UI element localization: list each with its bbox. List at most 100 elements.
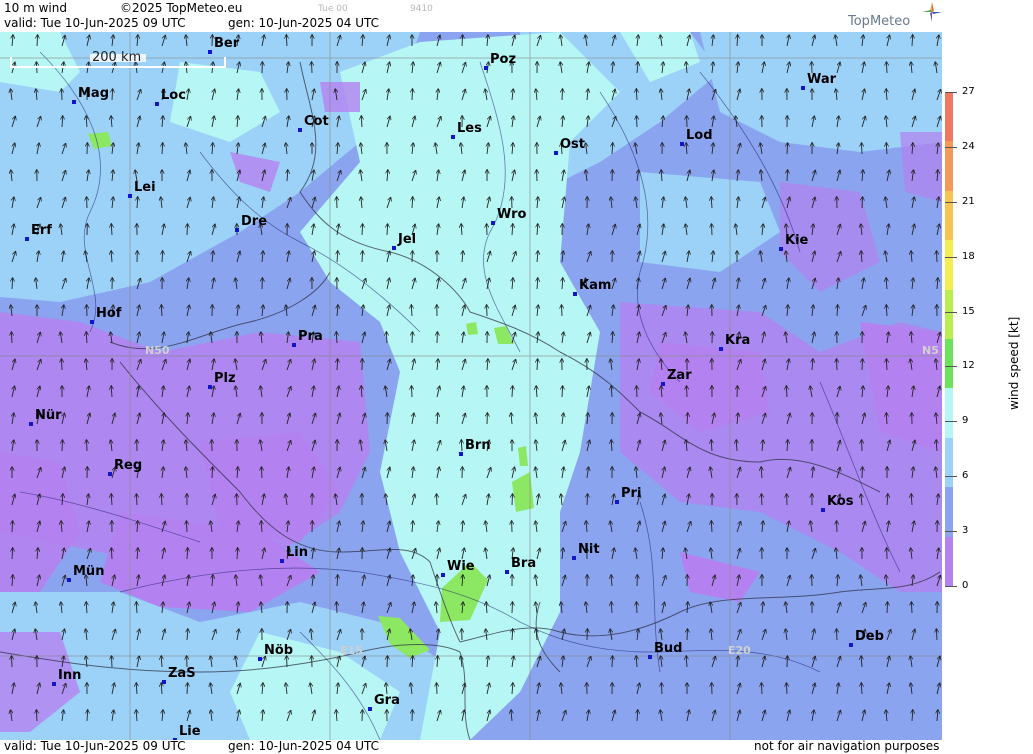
legend-color-segment	[945, 190, 953, 241]
wind-arrow	[362, 224, 363, 236]
legend-tick-mark	[945, 531, 957, 533]
wind-arrow	[562, 305, 563, 317]
city-marker	[441, 573, 445, 577]
city-marker	[572, 556, 576, 560]
scale-bar: 200 km	[10, 50, 226, 68]
city-label: Inn	[58, 668, 82, 683]
city-label: Kam	[579, 278, 612, 293]
legend-tick-label: 6	[962, 470, 969, 482]
city-marker	[661, 382, 665, 386]
city-marker	[298, 128, 302, 132]
legend-color-bar	[945, 92, 953, 586]
wind-arrow	[787, 170, 788, 182]
city-label: Bud	[654, 641, 683, 656]
wind-arrow	[412, 386, 413, 398]
city-marker	[258, 657, 262, 661]
wind-arrow	[112, 89, 113, 101]
city-marker	[849, 643, 853, 647]
city-label: Deb	[855, 629, 884, 644]
legend-tick-mark	[945, 201, 957, 203]
legend-tick-mark	[945, 92, 957, 93]
wind-field-svg	[0, 32, 942, 740]
product-title: 10 m wind	[4, 1, 67, 15]
grid-label-e20: E20	[728, 644, 751, 657]
wind-arrow	[512, 602, 513, 614]
city-marker	[235, 228, 239, 232]
wind-arrow	[387, 656, 388, 668]
wind-arrow	[462, 35, 463, 47]
city-marker	[648, 655, 652, 659]
wind-arrow	[187, 224, 188, 236]
header-bar: 10 m wind ©2025 TopMeteo.eu Tue 00 9410 …	[0, 0, 945, 32]
wind-arrow	[187, 683, 188, 695]
city-label: Kos	[827, 494, 854, 509]
wind-arrow	[636, 602, 637, 614]
legend-color-segment	[945, 487, 953, 537]
city-marker	[208, 385, 212, 389]
city-label: Pri	[621, 486, 642, 501]
city-marker	[208, 50, 212, 54]
wind-arrow	[437, 494, 438, 506]
wind-arrow	[337, 602, 338, 614]
scale-label: 200 km	[92, 50, 142, 65]
legend-color-segment	[945, 437, 953, 488]
disclaimer-text: not for air navigation purposes	[754, 739, 940, 753]
city-label: Mün	[73, 564, 105, 579]
city-label: Cot	[304, 114, 329, 129]
legend-tick-mark	[945, 586, 957, 587]
city-marker	[491, 221, 495, 225]
wind-arrow	[862, 197, 863, 209]
city-label: Wro	[497, 207, 527, 222]
city-marker	[368, 707, 372, 711]
legend-tick-label: 18	[962, 250, 975, 262]
city-label: Wie	[447, 559, 475, 574]
legend-color-segment	[945, 339, 953, 389]
wind-arrow	[12, 521, 13, 533]
wind-map[interactable]: 200 km N50 N5 E15 E20 Ber Poz War Mag Loc Cot…	[0, 32, 942, 740]
wind-arrow	[437, 683, 438, 695]
wind-arrow	[761, 494, 762, 506]
city-label: Brn	[465, 438, 491, 453]
compass-star-icon	[922, 2, 942, 22]
city-label: Pra	[298, 329, 323, 344]
footer-gen-text: gen: 10-Jun-2025 04 UTC	[228, 739, 380, 753]
wind-arrow	[112, 656, 113, 668]
wind-arrow	[186, 521, 187, 533]
wind-arrow	[12, 278, 13, 290]
city-marker	[801, 86, 805, 90]
city-marker	[719, 347, 723, 351]
city-label: Kra	[725, 333, 751, 348]
city-label: Jel	[398, 232, 417, 247]
wind-arrow	[712, 224, 713, 236]
legend-tick-mark	[945, 146, 957, 148]
legend-tick-mark	[945, 311, 957, 313]
wind-arrow	[362, 251, 363, 263]
legend-tick-label: 15	[962, 305, 975, 317]
city-marker	[779, 247, 783, 251]
legend-tick-label: 0	[962, 580, 969, 591]
city-marker	[680, 142, 684, 146]
city-label: Nür	[35, 408, 62, 423]
wind-arrow	[687, 629, 688, 641]
wind-arrow	[62, 89, 63, 101]
city-marker	[162, 680, 166, 684]
city-marker	[29, 422, 33, 426]
city-marker	[108, 472, 112, 476]
city-marker	[292, 343, 296, 347]
legend-tick-mark	[945, 476, 957, 478]
city-label: War	[807, 72, 837, 87]
wind-arrow	[36, 710, 37, 722]
wind-arrow	[12, 656, 13, 668]
wind-arrow	[837, 521, 838, 533]
city-label: Lie	[179, 724, 201, 739]
wind-arrow	[612, 656, 613, 668]
legend-unit-label: wind speed [kt]	[1007, 316, 1021, 410]
wind-arrow	[761, 683, 762, 695]
wind-arrow	[862, 359, 863, 371]
wind-arrow	[312, 62, 313, 74]
wind-arrow	[537, 359, 538, 371]
valid-time-text: valid: Tue 10-Jun-2025 09 UTC	[4, 16, 186, 30]
wind-arrow	[936, 629, 937, 641]
city-label: Bra	[511, 556, 537, 571]
wind-arrow	[886, 359, 887, 371]
